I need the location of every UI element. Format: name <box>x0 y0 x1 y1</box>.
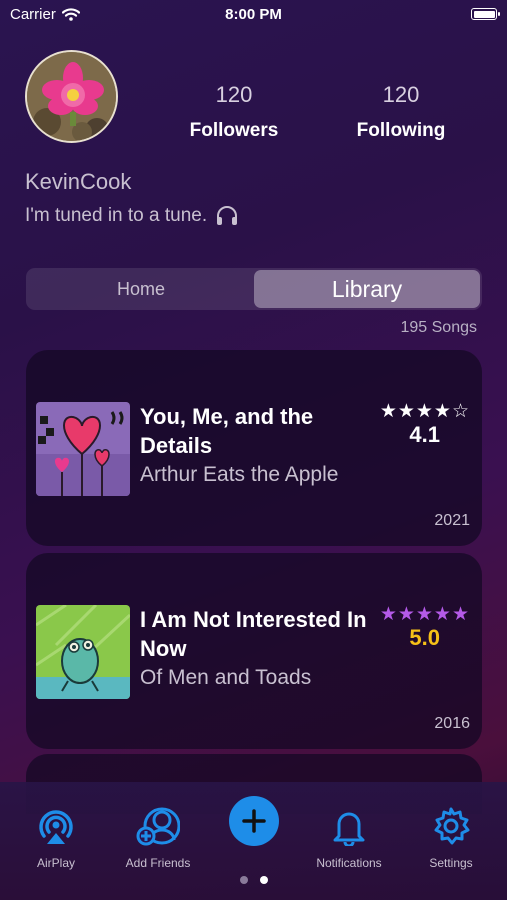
segment-library[interactable]: Library <box>254 270 480 308</box>
star-rating-icon: ★★★★★ <box>379 604 470 625</box>
album-art <box>36 402 130 496</box>
following-label: Following <box>356 120 446 141</box>
rating-value: 4.1 <box>409 422 440 447</box>
battery-icon <box>471 8 500 20</box>
followers-label: Followers <box>189 120 279 141</box>
song-year: 2016 <box>434 715 470 732</box>
headphones-icon <box>217 206 238 225</box>
add-friend-icon <box>136 807 180 846</box>
username: KevinCook <box>25 169 132 194</box>
segment-home[interactable]: Home <box>28 270 254 308</box>
song-title: I Am Not Interested In Now <box>140 607 367 661</box>
followers-count: 120 <box>215 82 253 107</box>
bio-text: I'm tuned in to a tune. <box>25 205 208 226</box>
tab-label: Add Friends <box>125 856 191 870</box>
song-year: 2021 <box>434 512 470 529</box>
tab-label: AirPlay <box>36 856 75 870</box>
bio: I'm tuned in to a tune. <box>25 205 239 227</box>
airplay-icon <box>39 810 73 844</box>
page-indicator[interactable] <box>0 876 507 884</box>
plus-icon <box>242 809 266 833</box>
library-segmented-control: Home Library <box>26 268 482 310</box>
following-stat[interactable]: 120 Following <box>336 82 466 142</box>
rating-value: 5.0 <box>409 625 440 650</box>
song-count: 195 Songs <box>400 319 477 336</box>
tab-add-friends[interactable]: Add Friends <box>113 806 203 870</box>
song-artist: Arthur Eats the Apple <box>140 463 339 486</box>
status-time: 8:00 PM <box>225 6 282 23</box>
bell-icon <box>333 812 365 846</box>
avatar[interactable] <box>25 50 118 143</box>
following-count: 120 <box>382 82 420 107</box>
gear-icon <box>434 807 470 845</box>
page-dot[interactable] <box>239 876 248 884</box>
tab-label: Notifications <box>316 856 382 870</box>
add-button[interactable] <box>229 796 279 846</box>
album-art <box>36 605 130 699</box>
star-rating-icon: ★★★★☆ <box>379 401 470 422</box>
tab-label: Settings <box>429 856 473 870</box>
followers-stat[interactable]: 120 Followers <box>169 82 299 142</box>
song-artist: Of Men and Toads <box>140 666 312 689</box>
tab-notifications[interactable]: Notifications <box>304 806 394 870</box>
tab-airplay[interactable]: AirPlay <box>11 806 101 870</box>
song-card[interactable]: You, Me, and the Details Arthur Eats the… <box>26 350 482 546</box>
song-title: You, Me, and the Details <box>140 404 314 458</box>
song-card[interactable]: I Am Not Interested In Now Of Men and To… <box>26 553 482 749</box>
status-bar: Carrier 8:00 PM <box>0 0 507 28</box>
tab-settings[interactable]: Settings <box>406 806 496 870</box>
page-dot-active[interactable] <box>259 876 268 884</box>
